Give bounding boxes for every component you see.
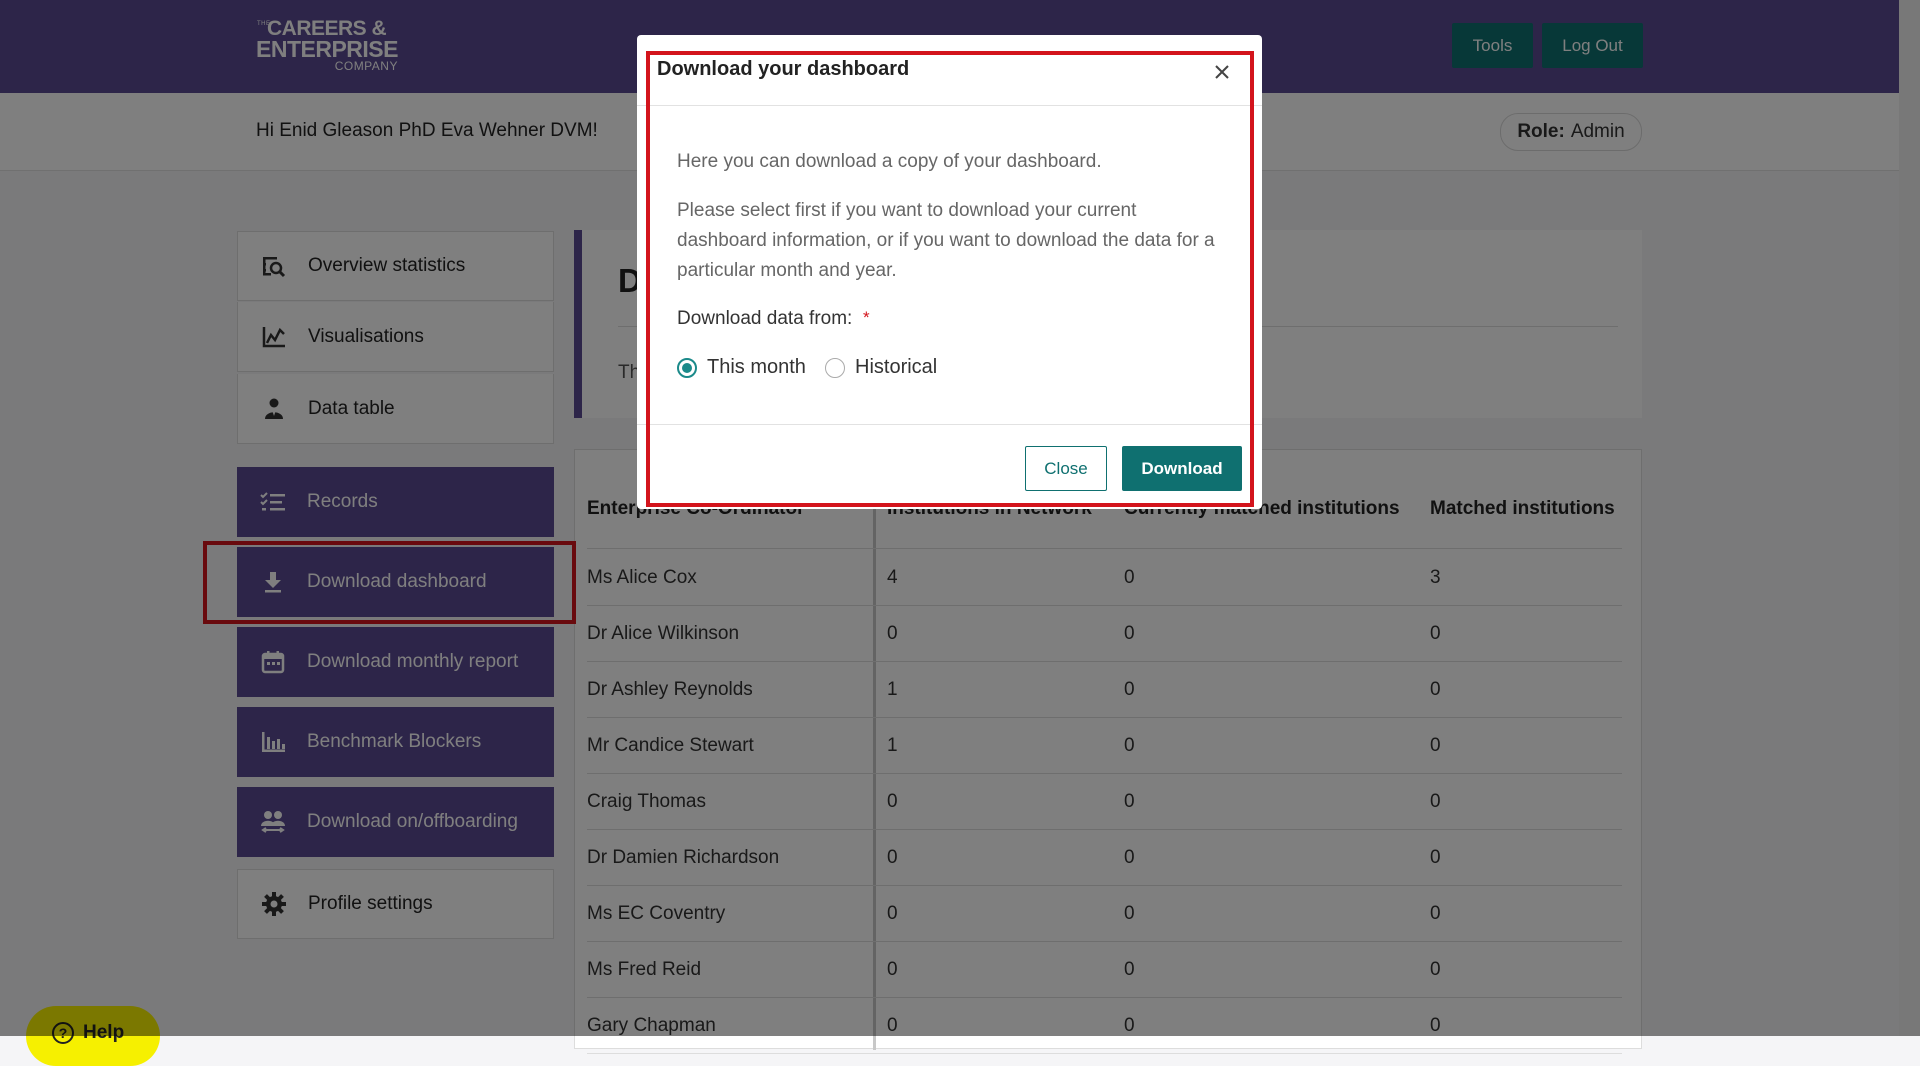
row-divider bbox=[587, 1053, 1622, 1054]
highlight-box-dialog bbox=[646, 51, 1254, 507]
